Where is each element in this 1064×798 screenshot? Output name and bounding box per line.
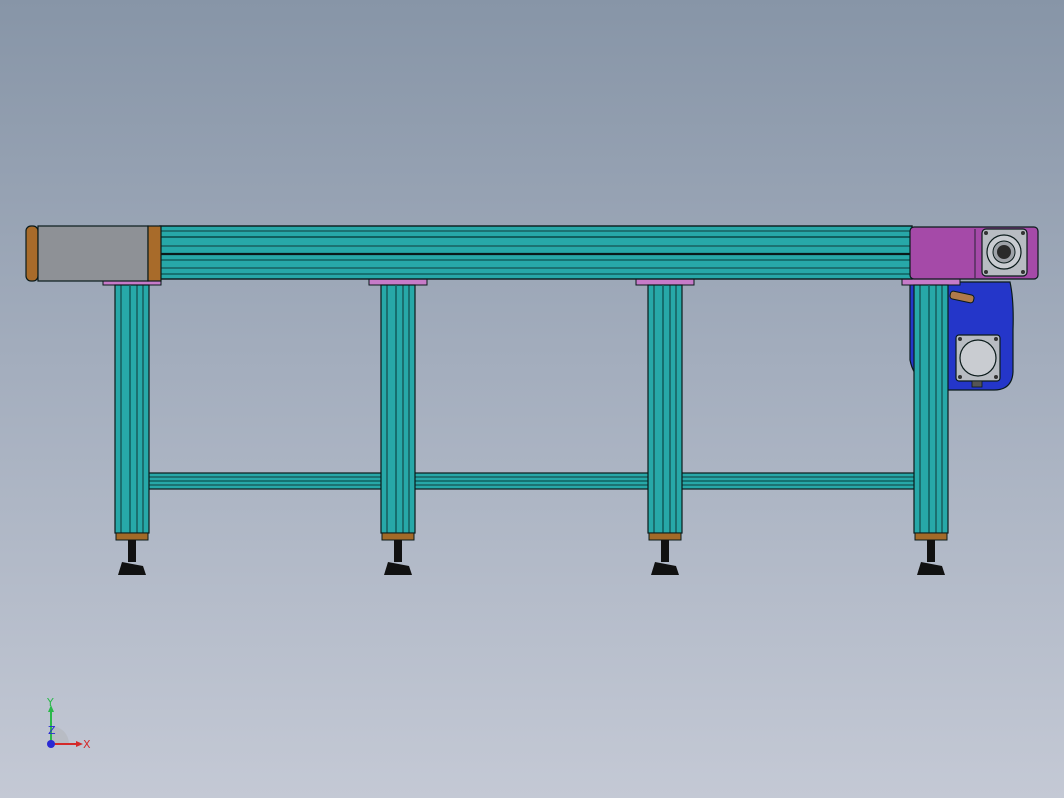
z-axis-dot (47, 740, 55, 748)
support-leg-1 (102, 278, 162, 575)
conveyor-model[interactable] (0, 0, 1064, 798)
x-axis-label: X (83, 738, 91, 751)
z-axis-label: Z (48, 724, 56, 737)
idler-end-guard (25, 225, 162, 282)
support-leg-2 (368, 278, 428, 575)
graphics-viewport[interactable]: Y X Z (0, 0, 1064, 798)
support-leg-3 (635, 278, 695, 575)
conveyor-frame-beam (159, 225, 913, 280)
coordinate-triad: Y X Z (36, 696, 106, 762)
drive-shaft-bearing (981, 228, 1028, 277)
y-axis-label: Y (46, 696, 54, 709)
x-axis-arrowhead (76, 741, 83, 747)
gear-motor (955, 334, 1001, 388)
lower-cross-brace (139, 472, 921, 490)
